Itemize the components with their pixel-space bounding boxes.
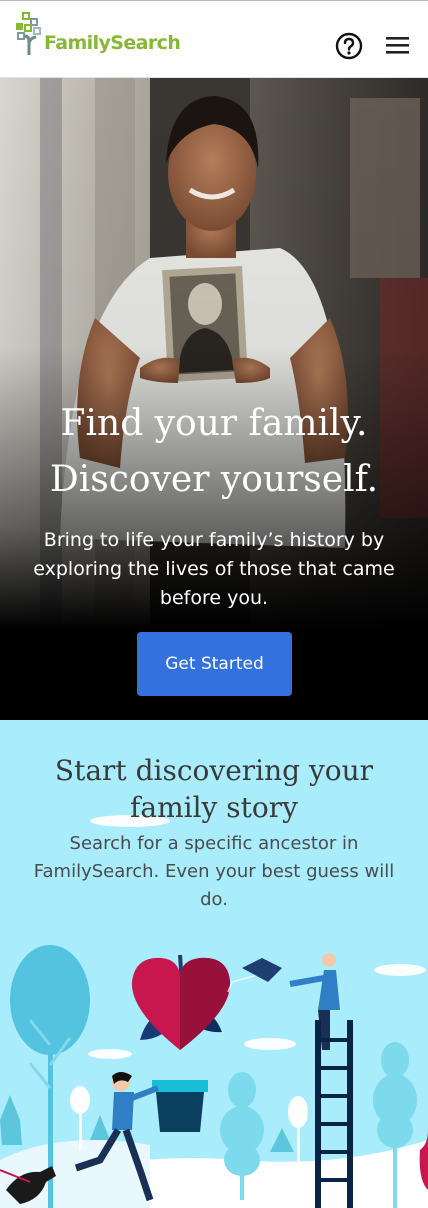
help-button[interactable] xyxy=(335,32,363,60)
hero-section: Find your family. Discover yourself. Bri… xyxy=(0,78,428,720)
hero-title-line-2: Discover yourself. xyxy=(49,459,379,500)
discover-subtitle: Search for a specific ancestor in Family… xyxy=(33,833,395,910)
hero-subtitle: Bring to life your family’s history by e… xyxy=(33,529,395,609)
hamburger-menu-icon xyxy=(386,37,409,54)
hero-title-line-1: Find your family. xyxy=(60,403,368,444)
get-started-button[interactable]: Get Started xyxy=(137,632,292,696)
menu-button[interactable] xyxy=(385,35,411,57)
hero-title: Find your family. Discover yourself. xyxy=(0,396,428,508)
site-header: FamilySearch xyxy=(0,0,428,78)
familysearch-logo[interactable]: FamilySearch xyxy=(14,11,194,61)
discover-section: Start discovering your family story Sear… xyxy=(0,720,428,1208)
logo-wordmark: FamilySearch xyxy=(44,32,181,54)
help-circle-icon xyxy=(335,32,363,60)
family-tree-logo-icon xyxy=(16,12,41,55)
discover-title: Start discovering your family story xyxy=(54,754,374,824)
